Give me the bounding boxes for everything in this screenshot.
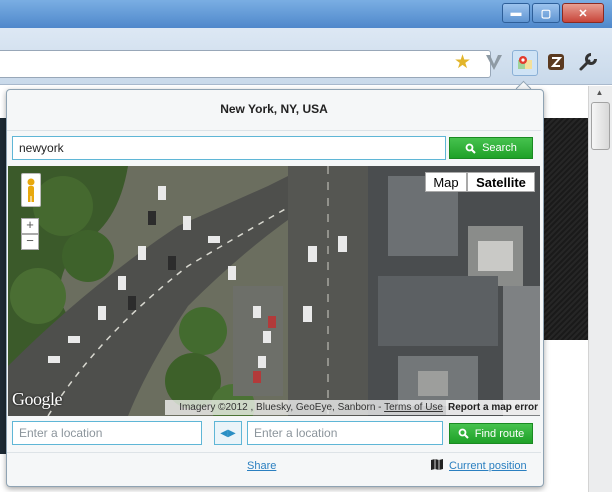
page-dark-banner xyxy=(542,118,588,340)
v-extension-icon[interactable] xyxy=(482,50,506,74)
maps-extension-icon[interactable] xyxy=(512,50,538,76)
zoom-in-button[interactable]: + xyxy=(21,218,39,234)
bookmark-star-icon[interactable]: ★ xyxy=(454,52,471,74)
report-map-error-link[interactable]: Report a map error xyxy=(446,400,540,415)
terms-of-use-link[interactable]: Terms of Use xyxy=(384,402,443,413)
search-icon xyxy=(465,143,476,154)
wrench-icon[interactable] xyxy=(576,50,600,74)
location-title: New York, NY, USA xyxy=(220,102,328,116)
map-attribution: Imagery ©2012 , Bluesky, GeoEye, Sanborn… xyxy=(165,400,446,415)
map-view-button[interactable]: Map xyxy=(425,172,467,192)
swap-arrows-icon[interactable]: ◀▶ xyxy=(214,421,242,445)
attribution-text: Imagery ©2012 , Bluesky, GeoEye, Sanborn… xyxy=(179,402,385,413)
route-to-input[interactable] xyxy=(247,421,443,445)
z-extension-icon[interactable] xyxy=(544,50,568,74)
satellite-view-button[interactable]: Satellite xyxy=(467,172,535,192)
divider xyxy=(7,130,541,131)
scrollbar-thumb[interactable] xyxy=(591,102,610,150)
close-button[interactable]: ✕ xyxy=(562,3,604,23)
google-logo: Google xyxy=(12,389,63,409)
pegman-icon[interactable] xyxy=(21,173,41,207)
zoom-out-button[interactable]: − xyxy=(21,234,39,250)
satellite-map[interactable] xyxy=(8,166,540,416)
minimize-button[interactable]: ▬ xyxy=(502,3,530,23)
find-route-button[interactable]: Find route xyxy=(449,423,533,444)
find-route-label: Find route xyxy=(474,427,525,440)
route-from-input[interactable] xyxy=(12,421,202,445)
maximize-button[interactable]: ▢ xyxy=(532,3,560,23)
search-icon xyxy=(458,428,469,439)
search-button-label: Search xyxy=(482,142,517,154)
window-controls: ▬ ▢ ✕ xyxy=(502,3,604,23)
share-link[interactable]: Share xyxy=(247,460,276,472)
search-button[interactable]: Search xyxy=(449,137,533,159)
current-position-link[interactable]: Current position xyxy=(449,460,527,472)
location-search-input[interactable] xyxy=(12,136,446,160)
map-book-icon xyxy=(431,459,443,473)
divider xyxy=(7,452,541,453)
address-bar[interactable] xyxy=(0,50,491,78)
scroll-up-arrow-icon[interactable]: ▲ xyxy=(591,87,608,99)
